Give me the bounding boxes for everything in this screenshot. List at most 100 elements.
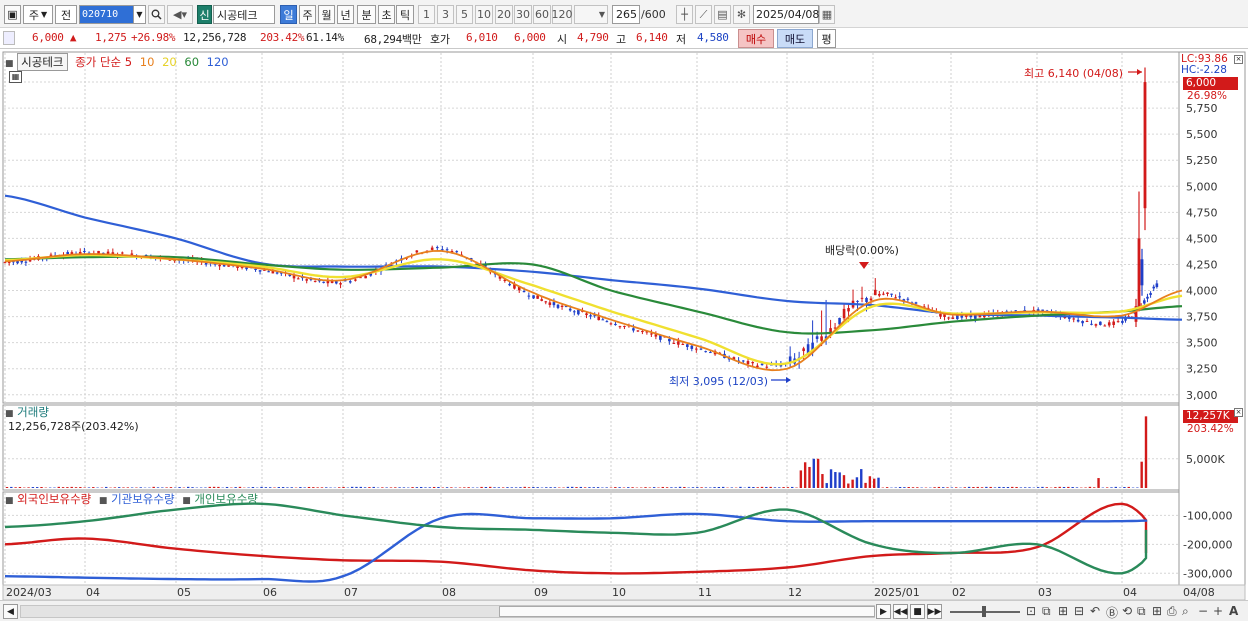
candle-body bbox=[536, 295, 539, 299]
volume-bar bbox=[493, 487, 496, 488]
period-week[interactable]: 주 bbox=[299, 5, 316, 24]
table-toggle-icon[interactable]: ▦ bbox=[9, 71, 22, 83]
x-tick-label: 08 bbox=[442, 586, 456, 599]
auto-icon[interactable]: A bbox=[1229, 604, 1238, 618]
speaker-icon[interactable]: ◀▾ bbox=[167, 5, 193, 24]
volume-bar bbox=[950, 487, 954, 488]
low-price: 4,580 bbox=[697, 31, 729, 44]
buy-button[interactable]: 매수 bbox=[738, 29, 774, 48]
candle-body bbox=[552, 302, 556, 306]
legend-dot-icon: ■ bbox=[98, 496, 108, 506]
volume-bar bbox=[394, 487, 397, 488]
reset-icon[interactable]: ⟲ bbox=[1122, 604, 1132, 618]
price-tick-label: 4,000 bbox=[1186, 285, 1218, 298]
search-icon[interactable] bbox=[148, 5, 165, 24]
scrollbar-thumb[interactable] bbox=[499, 606, 875, 617]
grid-icon[interactable]: ⊞ bbox=[1152, 604, 1162, 618]
volume-bar bbox=[553, 487, 557, 488]
zoom-out-icon[interactable]: ⊟ bbox=[1074, 604, 1084, 618]
scroll-left-button[interactable]: ◀ bbox=[3, 604, 18, 619]
volume-bar bbox=[66, 487, 69, 488]
copy-icon[interactable]: ⧉ bbox=[1137, 604, 1146, 619]
code-dropdown-icon[interactable]: ▼ bbox=[133, 5, 146, 24]
interval-120[interactable]: 120 bbox=[552, 5, 573, 24]
candle-body bbox=[650, 333, 653, 335]
period-second[interactable]: 초 bbox=[378, 5, 395, 24]
prev-button[interactable]: 전 bbox=[55, 5, 77, 24]
rewind-button[interactable]: ◀◀ bbox=[893, 604, 908, 619]
legend-ma5: 5 bbox=[124, 55, 133, 69]
period-year[interactable]: 년 bbox=[337, 5, 354, 24]
candle-body bbox=[1094, 324, 1098, 326]
volume-panel-frame bbox=[2, 404, 1180, 491]
bold-icon[interactable]: Ⓑ bbox=[1106, 604, 1118, 621]
volume-bar bbox=[665, 487, 669, 488]
zoom-fit-icon[interactable]: ⊡ bbox=[1026, 604, 1036, 618]
volume-bar bbox=[251, 487, 255, 488]
date-input[interactable]: 2025/04/08 bbox=[753, 5, 819, 24]
volume-bar bbox=[40, 486, 43, 488]
volume-bar bbox=[152, 486, 155, 488]
zoom-slider-handle[interactable] bbox=[982, 606, 986, 617]
candle-icon[interactable]: ┼ bbox=[676, 5, 693, 24]
interval-5[interactable]: 5 bbox=[456, 5, 473, 24]
gear-icon[interactable]: ✻ bbox=[733, 5, 750, 24]
sell-button[interactable]: 매도 bbox=[777, 29, 813, 48]
period-tick[interactable]: 틱 bbox=[396, 5, 414, 24]
interval-20[interactable]: 20 bbox=[495, 5, 513, 24]
legend-stock-name[interactable]: 시공테크 bbox=[17, 53, 68, 71]
volume-bar bbox=[980, 487, 984, 488]
plus-icon[interactable]: + bbox=[1213, 604, 1223, 618]
calendar-icon[interactable]: ▦ bbox=[819, 5, 835, 24]
count-input[interactable]: 265 bbox=[612, 5, 640, 24]
volume-bar bbox=[579, 486, 583, 488]
interval-3[interactable]: 3 bbox=[437, 5, 454, 24]
volume-bar bbox=[842, 475, 846, 488]
interval-60[interactable]: 60 bbox=[533, 5, 551, 24]
interval-10[interactable]: 10 bbox=[475, 5, 493, 24]
volume-bar bbox=[204, 487, 207, 488]
legend-ma-label: 종가 단순 bbox=[75, 55, 122, 69]
play-button[interactable]: ▶ bbox=[876, 604, 891, 619]
candle-body bbox=[258, 270, 262, 272]
forward-button[interactable]: ▶▶ bbox=[927, 604, 942, 619]
market-select[interactable]: 주 ▼ bbox=[23, 5, 53, 24]
volume-bar bbox=[985, 486, 988, 488]
volume-bar bbox=[1140, 461, 1143, 488]
collapse-icon[interactable] bbox=[3, 31, 15, 45]
stock-name-field[interactable]: 시공테크 bbox=[213, 5, 275, 24]
minus-icon[interactable]: − bbox=[1198, 604, 1208, 618]
candle-body bbox=[802, 348, 805, 352]
interval-custom[interactable]: ▼ bbox=[574, 5, 608, 24]
volume-bar bbox=[389, 487, 393, 488]
line-draw-icon[interactable]: ⟋ bbox=[695, 5, 712, 24]
period-month[interactable]: 월 bbox=[318, 5, 335, 24]
average-button[interactable]: 평 bbox=[817, 29, 836, 48]
stop-button[interactable]: ■ bbox=[910, 604, 925, 619]
interval-1[interactable]: 1 bbox=[418, 5, 435, 24]
chart-area[interactable]: 3,000 3,250 3,500 3,750 4,000 4,250 4,500 4,750… bbox=[0, 50, 1248, 621]
period-minute[interactable]: 분 bbox=[357, 5, 376, 24]
chart-svg[interactable]: 3,000 3,250 3,500 3,750 4,000 4,250 4,500 4,750… bbox=[0, 50, 1248, 601]
volume-bar bbox=[778, 487, 781, 488]
candle-body bbox=[939, 313, 942, 317]
chevron-down-icon: ▼ bbox=[598, 10, 605, 19]
candle-body bbox=[829, 328, 832, 333]
search-icon[interactable]: ⌕ bbox=[1182, 604, 1189, 619]
interval-30[interactable]: 30 bbox=[514, 5, 532, 24]
stock-code-input[interactable]: 020710 bbox=[79, 5, 135, 24]
save-icon[interactable]: ▤ bbox=[714, 5, 731, 24]
split-icon[interactable]: ⊞ bbox=[1058, 604, 1068, 618]
layout-icon[interactable]: ⧉ bbox=[1042, 604, 1051, 619]
volume-bar bbox=[1105, 487, 1109, 488]
close-icon[interactable]: × bbox=[1234, 408, 1243, 417]
scrollbar-track[interactable] bbox=[20, 605, 875, 618]
period-day[interactable]: 일 bbox=[280, 5, 297, 24]
undo-icon[interactable]: ↶ bbox=[1090, 604, 1100, 618]
holders-tick-label: -100,000 bbox=[1183, 509, 1232, 522]
print-icon[interactable]: ⎙ bbox=[1167, 604, 1177, 619]
legend-individual: 개인보유수량 bbox=[194, 492, 258, 506]
window-icon[interactable]: ▣ bbox=[4, 5, 21, 24]
candle-body bbox=[681, 344, 685, 346]
close-icon[interactable]: × bbox=[1234, 55, 1243, 64]
